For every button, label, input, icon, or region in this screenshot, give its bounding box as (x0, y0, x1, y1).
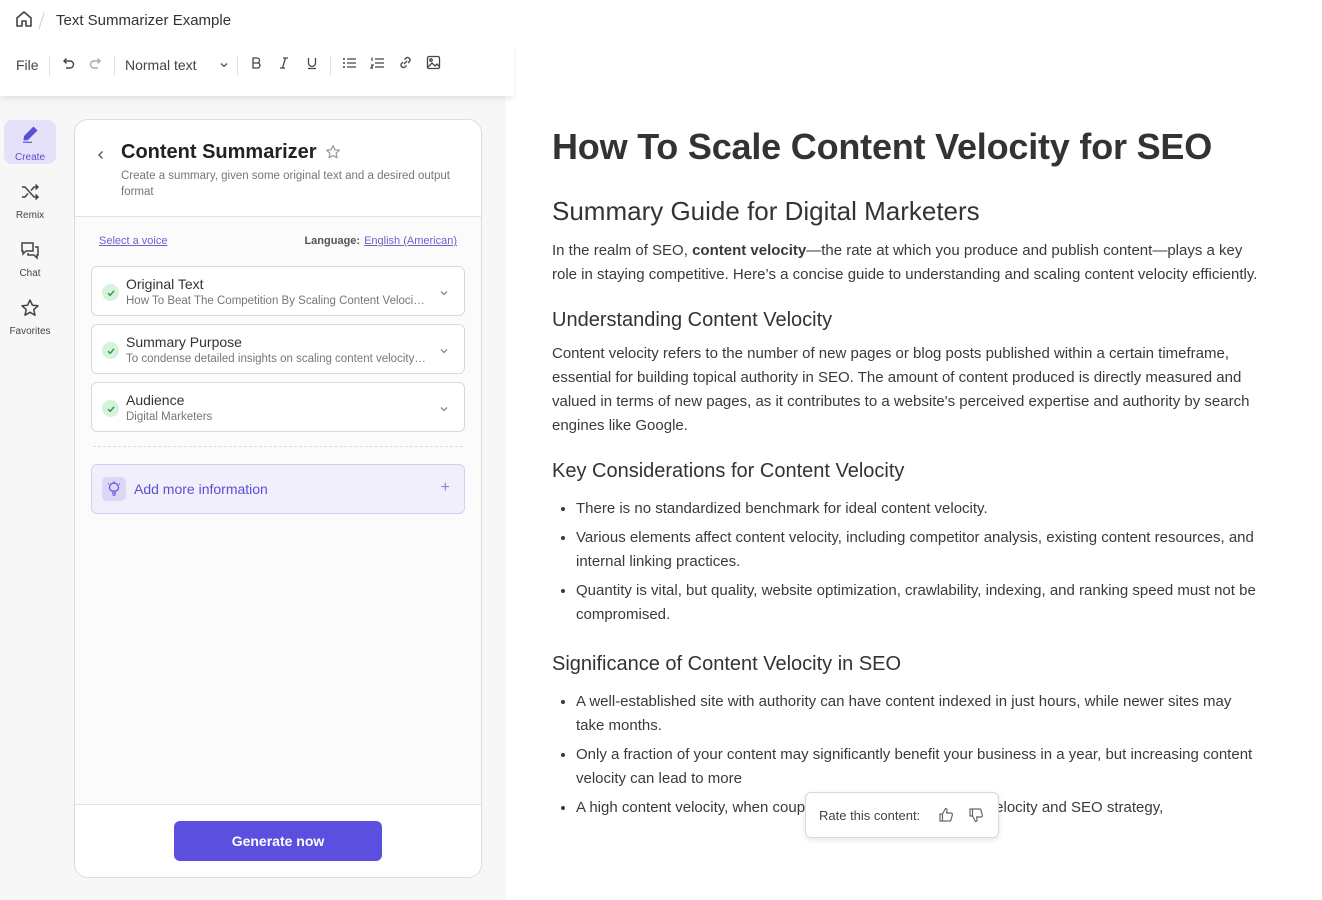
rail-label-favorites: Favorites (9, 326, 51, 337)
editor-toolbar: File Normal text (0, 44, 514, 96)
plus-icon: + (440, 479, 450, 496)
add-info-label: Add more information (134, 481, 268, 497)
list-item: There is no standardized benchmark for i… (576, 497, 1262, 521)
check-icon (102, 284, 119, 301)
list-item: Various elements affect content velocity… (576, 526, 1262, 574)
panel-title: Content Summarizer (121, 141, 317, 163)
undo-icon (60, 55, 76, 76)
link-icon (398, 55, 413, 75)
file-menu[interactable]: File (16, 44, 39, 86)
top-bar: Text Summarizer Example (0, 0, 1322, 44)
bullet-list: There is no standardized benchmark for i… (576, 497, 1262, 627)
rail-item-chat[interactable]: Chat (4, 236, 56, 280)
rail-label-remix: Remix (15, 210, 45, 221)
shuffle-icon (20, 182, 40, 207)
pen-icon (20, 124, 40, 149)
select-voice-link[interactable]: Select a voice (99, 235, 167, 247)
lightbulb-icon (102, 477, 126, 501)
document-subheading: Summary Guide for Digital Marketers (552, 196, 980, 226)
generate-now-button[interactable]: Generate now (174, 821, 382, 861)
document-heading: How To Scale Content Velocity for SEO (552, 126, 1213, 167)
rate-label: Rate this content: (819, 808, 921, 823)
rail-item-remix[interactable]: Remix (4, 178, 56, 222)
underline-button[interactable] (302, 44, 322, 86)
section-heading: Key Considerations for Content Velocity (552, 460, 905, 482)
summarizer-panel: Content Summarizer Create a summary, giv… (74, 119, 482, 878)
field-value: Digital Marketers (126, 411, 213, 423)
language-selector: Language: English (American) (304, 235, 457, 247)
check-icon (102, 342, 119, 359)
chevron-down-icon (438, 402, 450, 414)
image-icon (426, 55, 441, 75)
redo-button[interactable] (86, 44, 106, 86)
chat-icon (20, 240, 40, 265)
panel-header: Content Summarizer Create a summary, giv… (75, 120, 481, 217)
section-divider (93, 446, 463, 447)
field-summary-purpose[interactable]: Summary Purpose To condense detailed ins… (91, 324, 465, 374)
text-style-label: Normal text (125, 57, 197, 73)
rail-label-chat: Chat (19, 268, 41, 279)
field-label: Audience (126, 392, 185, 408)
home-button[interactable] (12, 9, 36, 33)
bullet-list-button[interactable] (339, 44, 359, 86)
redo-icon (88, 55, 104, 76)
numbered-list-button[interactable] (367, 44, 387, 86)
intro-paragraph: In the realm of SEO, content velocity—th… (552, 239, 1262, 287)
section-heading: Significance of Content Velocity in SEO (552, 653, 902, 675)
thumbs-down-icon[interactable] (968, 807, 986, 825)
text-style-dropdown[interactable]: Normal text (125, 44, 229, 86)
chevron-left-icon (96, 147, 106, 165)
toolbar-divider (114, 56, 115, 76)
breadcrumb-separator (38, 12, 45, 30)
rail-item-create[interactable]: Create (4, 120, 56, 164)
section-paragraph: Content velocity refers to the number of… (552, 345, 1250, 434)
link-button[interactable] (395, 44, 415, 86)
thumbs-up-icon[interactable] (938, 807, 956, 825)
bullet-list-icon (342, 56, 357, 75)
favorite-button[interactable] (325, 144, 343, 162)
star-icon (20, 298, 40, 323)
italic-icon (277, 56, 291, 75)
star-outline-icon (325, 145, 341, 164)
chevron-down-icon (438, 344, 450, 356)
list-item: A well-established site with authority c… (576, 690, 1262, 738)
bold-icon (249, 56, 263, 75)
back-button[interactable] (93, 148, 109, 164)
check-icon (102, 400, 119, 417)
rate-content-popover: Rate this content: (805, 792, 999, 838)
underline-icon (305, 56, 319, 75)
toolbar-divider (237, 56, 238, 76)
rail-item-favorites[interactable]: Favorites (4, 294, 56, 338)
rail-label-create: Create (14, 152, 45, 163)
document-title[interactable]: Text Summarizer Example (56, 12, 231, 29)
numbered-list-icon (369, 56, 385, 75)
panel-description: Create a summary, given some original te… (121, 170, 450, 198)
language-link[interactable]: English (American) (364, 235, 457, 247)
section-heading: Understanding Content Velocity (552, 309, 833, 331)
list-item: Quantity is vital, but quality, website … (576, 579, 1262, 627)
tool-rail: Create Remix Chat Favorites (0, 96, 62, 900)
image-button[interactable] (423, 44, 443, 86)
undo-button[interactable] (58, 44, 78, 86)
intro-bold-term: content velocity (692, 242, 807, 259)
bold-button[interactable] (246, 44, 266, 86)
italic-button[interactable] (274, 44, 294, 86)
field-original-text[interactable]: Original Text How To Beat The Competitio… (91, 266, 465, 316)
chevron-down-icon (219, 57, 229, 73)
toolbar-divider (330, 56, 331, 76)
field-value: To condense detailed insights on scaling… (126, 353, 426, 365)
toolbar-divider (49, 56, 50, 76)
language-label: Language: (304, 235, 361, 247)
field-label: Original Text (126, 276, 204, 292)
add-more-information-button[interactable]: Add more information + (91, 464, 465, 514)
chevron-down-icon (438, 286, 450, 298)
field-value: How To Beat The Competition By Scaling C… (126, 295, 426, 307)
home-icon (14, 9, 34, 34)
intro-text-start: In the realm of SEO, (552, 242, 693, 259)
list-item: Only a fraction of your content may sign… (576, 743, 1262, 791)
document-content[interactable]: How To Scale Content Velocity for SEO Su… (552, 126, 1262, 858)
panel-footer: Generate now (75, 804, 481, 877)
field-label: Summary Purpose (126, 334, 242, 350)
field-audience[interactable]: Audience Digital Marketers (91, 382, 465, 432)
